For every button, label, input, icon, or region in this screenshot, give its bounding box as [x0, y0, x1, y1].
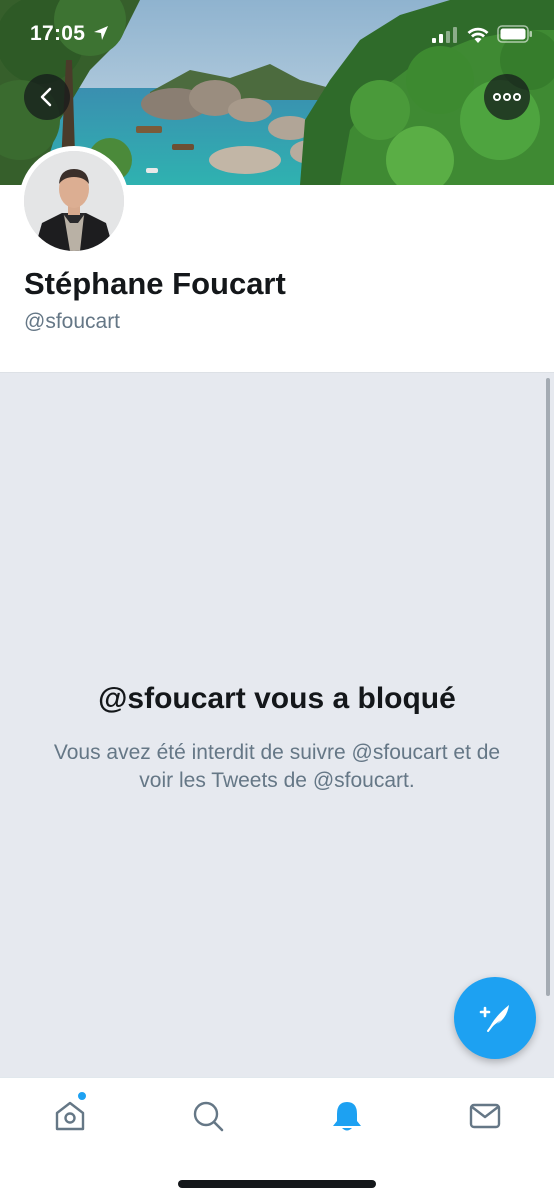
- blocked-panel: [0, 372, 554, 1077]
- tab-home[interactable]: [50, 1096, 90, 1136]
- battery-icon: [497, 25, 532, 43]
- status-bar: 17:05: [0, 0, 554, 64]
- chevron-left-icon: [40, 87, 52, 107]
- more-horizontal-icon: [493, 93, 521, 101]
- profile-handle: @sfoucart: [24, 310, 121, 333]
- status-time: 17:05: [30, 22, 86, 45]
- blocked-description: Vous avez été interdit de suivre @sfouca…: [53, 741, 501, 792]
- display-name: Stéphane Foucart: [24, 266, 286, 301]
- back-button[interactable]: [24, 74, 70, 120]
- mail-icon: [469, 1103, 501, 1129]
- location-arrow-icon: [94, 26, 108, 40]
- tab-messages[interactable]: [465, 1096, 505, 1136]
- more-options-button[interactable]: [484, 74, 530, 120]
- wifi-icon: [467, 27, 489, 43]
- search-icon: [193, 1101, 224, 1132]
- tab-notifications[interactable]: [327, 1096, 367, 1136]
- blocked-title: @sfoucart vous a bloqué: [98, 682, 456, 715]
- avatar-photo: [24, 151, 124, 251]
- compose-tweet-button[interactable]: [454, 977, 536, 1059]
- bell-icon: [333, 1102, 361, 1131]
- avatar[interactable]: [19, 146, 129, 256]
- compose-feather-icon: [479, 1005, 509, 1032]
- signal-icon: [432, 27, 457, 43]
- tab-search[interactable]: [188, 1096, 228, 1136]
- home-notification-dot: [77, 1091, 87, 1101]
- home-indicator[interactable]: [178, 1180, 376, 1188]
- home-icon: [55, 1101, 85, 1131]
